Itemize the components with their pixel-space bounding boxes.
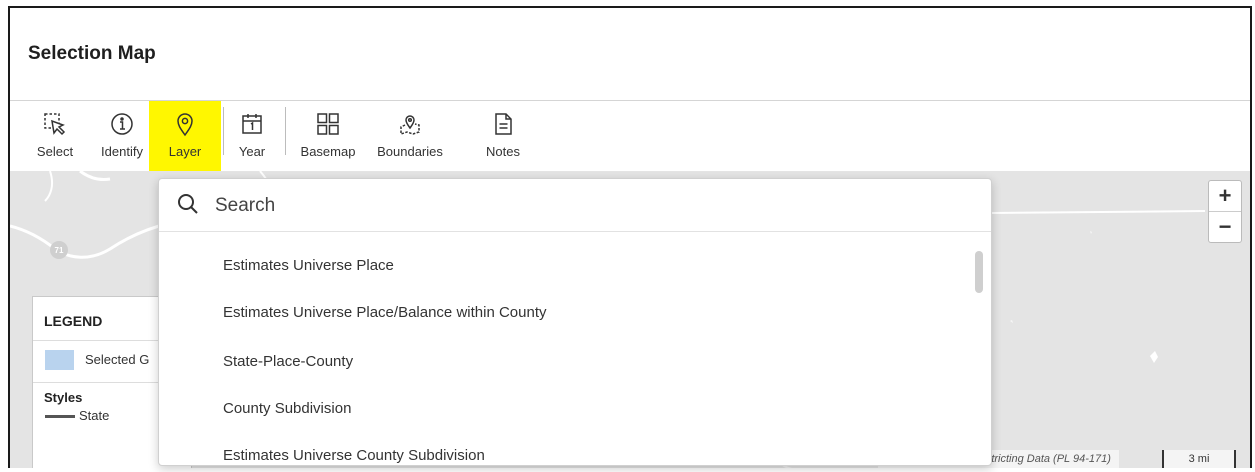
info-icon <box>109 111 135 137</box>
notes-tool-button[interactable]: Notes <box>480 101 526 171</box>
legend-title: LEGEND <box>44 313 103 329</box>
layer-tool-button[interactable]: Layer <box>149 101 221 171</box>
selected-swatch <box>45 350 74 370</box>
selected-geography-label: Selected G <box>85 352 150 367</box>
basemap-tool-label: Basemap <box>300 144 356 159</box>
select-tool-label: Select <box>36 144 74 159</box>
layer-option[interactable]: State-Place-County <box>223 353 353 370</box>
zoom-in-button[interactable]: + <box>1209 181 1241 211</box>
state-line-symbol <box>45 415 75 418</box>
layer-dropdown: Estimates Universe Place Estimates Unive… <box>158 178 992 466</box>
search-icon <box>177 193 199 220</box>
layer-option[interactable]: Estimates Universe County Subdivision <box>223 447 485 464</box>
boundaries-tool-label: Boundaries <box>377 144 443 159</box>
calendar-icon <box>239 111 265 137</box>
dropdown-scrollbar[interactable] <box>975 251 983 293</box>
select-tool-button[interactable]: Select <box>32 101 78 171</box>
styles-title: Styles <box>44 390 83 405</box>
layer-search-input[interactable] <box>213 191 917 221</box>
basemap-tool-button[interactable]: Basemap <box>292 101 364 171</box>
zoom-out-button[interactable]: − <box>1209 211 1241 242</box>
map-toolbar: Select Identify Layer Year Basemap Bound… <box>10 101 1250 171</box>
select-area-icon <box>42 111 68 137</box>
document-icon <box>490 111 516 137</box>
map-pin-icon <box>172 111 198 137</box>
title-bar: Selection Map <box>10 8 1250 101</box>
layer-tool-label: Layer <box>168 144 202 159</box>
year-tool-button[interactable]: Year <box>232 101 272 171</box>
boundaries-pin-icon <box>397 111 423 137</box>
layer-search-row <box>159 179 991 232</box>
state-style-label: State <box>79 408 110 423</box>
identify-tool-button[interactable]: Identify <box>94 101 150 171</box>
road-marker: 71 <box>50 241 68 259</box>
layer-option[interactable]: Estimates Universe Place <box>223 257 394 274</box>
boundaries-tool-button[interactable]: Boundaries <box>367 101 453 171</box>
layer-option[interactable]: Estimates Universe Place/Balance within … <box>223 304 546 321</box>
year-tool-label: Year <box>238 144 266 159</box>
toolbar-separator <box>285 107 286 155</box>
grid-icon <box>315 111 341 137</box>
identify-tool-label: Identify <box>101 144 143 159</box>
notes-tool-label: Notes <box>486 144 520 159</box>
layer-option[interactable]: County Subdivision <box>223 400 351 417</box>
page-title: Selection Map <box>28 43 156 64</box>
zoom-controls: + − <box>1208 180 1242 243</box>
toolbar-separator <box>223 107 224 155</box>
map-scale-bar: 3 mi <box>1162 450 1236 468</box>
